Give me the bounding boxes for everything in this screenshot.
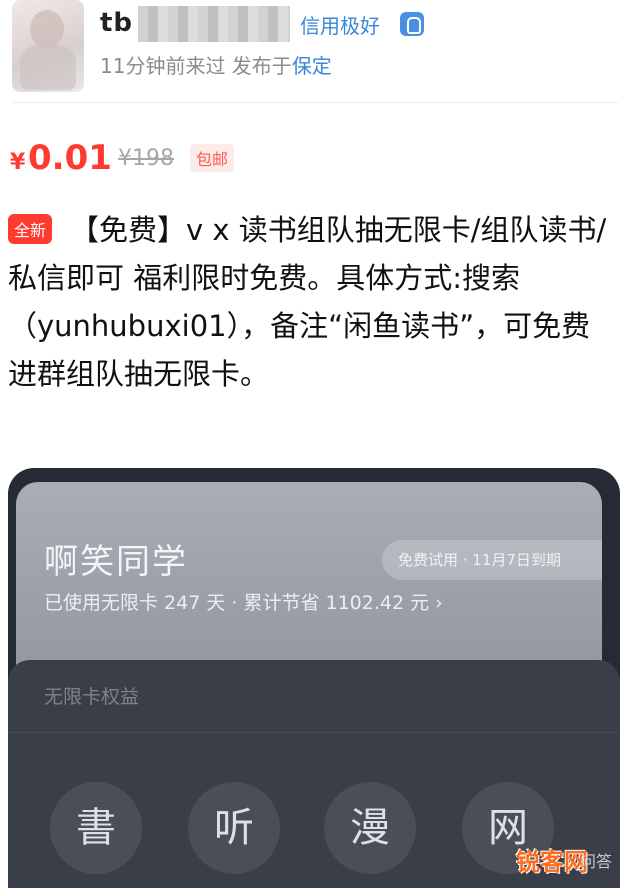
listing-image[interactable]: 啊笑同学 已使用无限卡 247 天 · 累计节省 1102.42 元 › 免费试… <box>8 468 620 888</box>
trial-pill: 免费试用 · 11月7日到期 <box>382 540 602 580</box>
panel-divider <box>8 732 620 733</box>
credit-rating: 信用极好 <box>300 14 380 38</box>
post-meta: 11分钟前来过 发布于保定 <box>100 50 332 79</box>
credit-shield-icon <box>400 12 424 36</box>
user-avatar[interactable] <box>12 0 84 92</box>
avatar-blur-body <box>20 44 76 90</box>
watermark-suffix: 问答 <box>580 852 613 871</box>
user-name[interactable]: tb <box>100 8 133 38</box>
price-currency: ¥ <box>10 150 26 175</box>
card-user-name: 啊笑同学 <box>44 542 188 582</box>
card-usage-summary: 已使用无限卡 247 天 · 累计节省 1102.42 元 › <box>44 592 443 614</box>
listing-description: 【免费】v x 读书组队抽无限卡/组队读书/私信即可 福利限时免费。具体方式:搜… <box>8 213 607 391</box>
benefits-title: 无限卡权益 <box>44 686 140 708</box>
watermark-logo: 锐客网 <box>516 848 588 876</box>
shipping-tag: 包邮 <box>190 144 235 172</box>
benefit-comic-icon: 漫 <box>324 782 416 874</box>
benefit-listen-icon: 听 <box>188 782 280 874</box>
post-time: 11分钟前来过 发布于 <box>100 54 292 78</box>
benefit-book-icon: 書 <box>50 782 142 874</box>
current-price: 0.01 <box>28 138 112 178</box>
condition-badge: 全新 <box>8 214 53 244</box>
post-location: 保定 <box>291 54 332 78</box>
original-price: ¥198 <box>118 146 174 171</box>
name-mosaic-mask <box>138 6 290 42</box>
avatar-blur-face <box>30 10 64 48</box>
header-divider <box>12 102 618 103</box>
